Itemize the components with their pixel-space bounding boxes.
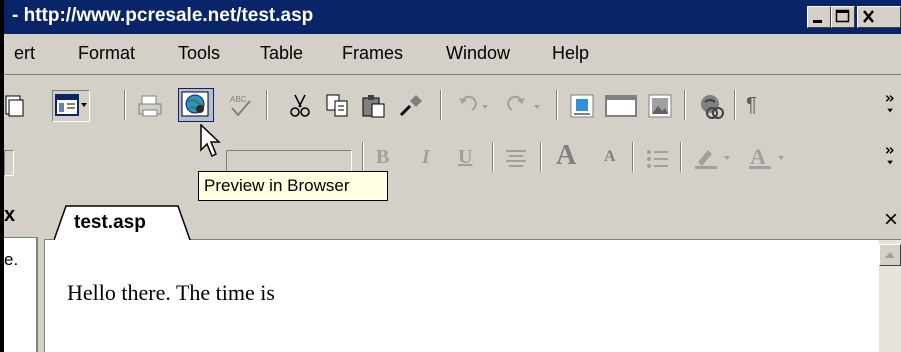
- partial-icon[interactable]: [4, 92, 26, 120]
- toolbar-separator: [632, 142, 634, 172]
- close-icon: [863, 10, 874, 23]
- insert-table-icon[interactable]: [604, 92, 638, 120]
- italic-icon[interactable]: I: [422, 146, 430, 169]
- font-color-icon[interactable]: A: [746, 144, 790, 172]
- align-center-icon[interactable]: [502, 146, 530, 174]
- menu-bar: ert Format Tools Table Frames Window Hel…: [4, 34, 901, 75]
- toolbar-separator: [540, 142, 542, 172]
- svg-text:ABC: ABC: [230, 95, 247, 104]
- toolbar-separator: [266, 90, 268, 120]
- preview-in-browser-button[interactable]: [178, 88, 214, 122]
- toolbar-separator: [362, 142, 364, 172]
- maximize-button[interactable]: [831, 6, 855, 28]
- editor-content[interactable]: Hello there. The time is: [67, 280, 275, 306]
- view-button[interactable]: [52, 90, 90, 122]
- menu-frames[interactable]: Frames: [342, 43, 403, 64]
- format-painter-icon[interactable]: [398, 92, 426, 120]
- tooltip-preview-in-browser: Preview in Browser: [198, 171, 388, 201]
- bullets-icon[interactable]: [644, 146, 672, 174]
- toolbar-separator: [680, 142, 682, 172]
- toolbar-separator: [684, 90, 686, 120]
- hyperlink-icon[interactable]: [698, 92, 726, 120]
- scroll-up-button[interactable]: [879, 244, 901, 266]
- tab-test-asp[interactable]: test.asp: [74, 212, 146, 234]
- toolbar-separator: [556, 90, 558, 120]
- print-icon[interactable]: [136, 92, 164, 120]
- decrease-font-icon[interactable]: A: [604, 148, 616, 166]
- preview-in-browser-icon: [181, 91, 209, 117]
- paste-icon[interactable]: [360, 92, 388, 120]
- insert-picture-icon[interactable]: [646, 92, 674, 120]
- close-document-icon[interactable]: ×: [884, 206, 898, 234]
- toolbar-separator: [440, 90, 442, 120]
- cut-icon[interactable]: [286, 92, 314, 120]
- menu-help[interactable]: Help: [552, 43, 589, 64]
- copy-icon[interactable]: [324, 92, 352, 120]
- formatting-toolbar: B I U A A A: [4, 134, 901, 174]
- toolbar-separator: [734, 90, 736, 120]
- menu-insert[interactable]: ert: [14, 43, 35, 64]
- menu-table[interactable]: Table: [260, 43, 303, 64]
- title-bar[interactable]: - http://www.pcresale.net/test.asp: [4, 0, 901, 34]
- toolbar-separator: [492, 142, 494, 172]
- increase-font-icon[interactable]: A: [556, 140, 576, 172]
- redo-icon[interactable]: [506, 92, 546, 120]
- menu-tools[interactable]: Tools: [178, 43, 220, 64]
- toolbar-separator: [124, 90, 126, 120]
- maximize-icon: [835, 9, 850, 23]
- folder-list-text: e.: [4, 250, 19, 269]
- folder-list-header: x: [4, 198, 38, 238]
- minimize-button[interactable]: [807, 6, 831, 28]
- document-tab-strip: test.asp ×: [44, 198, 901, 241]
- spelling-icon[interactable]: ABC: [226, 92, 254, 120]
- toolbar-overflow-icon[interactable]: [882, 90, 900, 118]
- folder-list-close-icon[interactable]: x: [4, 204, 15, 227]
- window-title: - http://www.pcresale.net/test.asp: [12, 5, 314, 26]
- view-icon: [55, 94, 87, 116]
- menu-format[interactable]: Format: [78, 43, 135, 64]
- highlight-icon[interactable]: [692, 144, 736, 172]
- underline-icon[interactable]: U: [458, 146, 472, 169]
- paragraph-marks-icon[interactable]: ¶: [746, 94, 757, 117]
- undo-icon[interactable]: [454, 92, 494, 120]
- bold-icon[interactable]: B: [376, 146, 389, 169]
- insert-component-icon[interactable]: [568, 92, 596, 120]
- menu-window[interactable]: Window: [446, 43, 510, 64]
- mouse-cursor-icon: [200, 124, 221, 158]
- close-window-button[interactable]: [857, 6, 901, 28]
- editor-area[interactable]: Hello there. The time is: [44, 240, 879, 352]
- toolbar-overflow-icon[interactable]: [882, 142, 900, 170]
- minimize-icon: [813, 20, 822, 23]
- standard-toolbar: ABC ¶: [4, 86, 901, 126]
- scroll-up-icon: [885, 252, 895, 258]
- window-frame-left: [0, 0, 4, 352]
- svg-text:A: A: [750, 144, 766, 169]
